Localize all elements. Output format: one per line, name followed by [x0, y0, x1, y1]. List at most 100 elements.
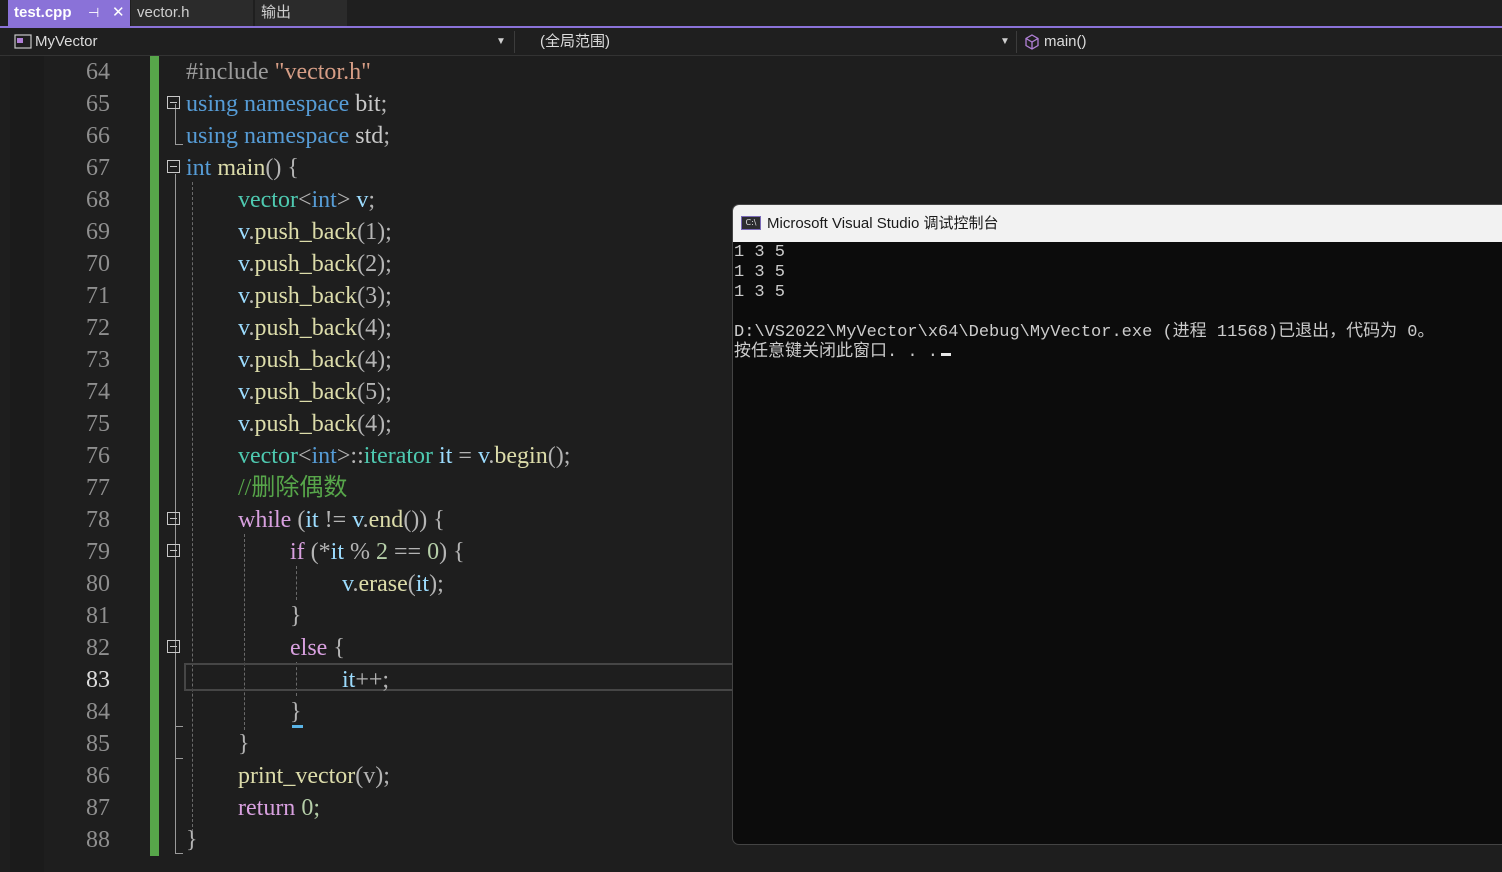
tab-output[interactable]: 输出: [255, 0, 347, 26]
divider: [514, 31, 515, 53]
collapse-icon[interactable]: [167, 96, 180, 109]
navigation-bar: MyVector ▼ (全局范围) ▼ main(): [0, 28, 1502, 56]
code-line[interactable]: else {: [290, 632, 345, 664]
function-name: erase: [358, 571, 408, 597]
code-line-current[interactable]: it++;: [342, 664, 389, 696]
code-line[interactable]: }: [290, 600, 302, 632]
change-tracking-bar: [150, 56, 159, 856]
code-line[interactable]: v.erase(it);: [342, 568, 444, 600]
code-line[interactable]: v.push_back(1);: [238, 216, 392, 248]
punctuation: ;: [380, 91, 388, 117]
console-title-bar[interactable]: C:\ Microsoft Visual Studio 调试控制台: [733, 205, 1502, 242]
code-line[interactable]: vector<int>::iterator it = v.begin();: [238, 440, 570, 472]
function-name: push_back: [254, 251, 358, 277]
arguments: (4);: [357, 347, 392, 373]
chevron-down-icon: ▼: [1000, 36, 1010, 47]
code-line[interactable]: v.push_back(4);: [238, 408, 392, 440]
outline-line: [175, 853, 183, 854]
line-number: 73: [86, 347, 110, 373]
punctuation: ;: [383, 123, 390, 149]
code-line[interactable]: using namespace std;: [186, 120, 390, 152]
code-line[interactable]: v.push_back(4);: [238, 344, 392, 376]
line-number: 78: [86, 507, 110, 533]
arguments: (3);: [357, 283, 392, 309]
keyword: return: [238, 795, 296, 821]
keyword: using: [186, 91, 239, 117]
punctuation: ) {: [439, 539, 465, 565]
console-line: 1 3 5: [734, 283, 786, 302]
code-line[interactable]: if (*it % 2 == 0) {: [290, 536, 465, 568]
line-number: 86: [86, 763, 110, 789]
console-line: 1 3 5: [734, 263, 786, 282]
code-line[interactable]: v.push_back(3);: [238, 280, 392, 312]
code-line[interactable]: print_vector(v);: [238, 760, 390, 792]
keyword: if: [290, 539, 305, 565]
line-number: 65: [86, 91, 110, 117]
line-number: 69: [86, 219, 110, 245]
member-dropdown[interactable]: main(): [1020, 30, 1502, 54]
code-line[interactable]: v.push_back(4);: [238, 312, 392, 344]
variable: v: [238, 315, 249, 341]
preprocessor-directive: #include: [186, 59, 275, 85]
code-line[interactable]: return 0;: [238, 792, 320, 824]
code-line[interactable]: #include "vector.h": [186, 56, 371, 88]
variable: v: [238, 283, 249, 309]
line-number: 66: [86, 123, 110, 149]
code-line[interactable]: using namespace bit;: [186, 88, 387, 120]
code-line[interactable]: int main() {: [186, 152, 299, 184]
console-app-icon: C:\: [741, 216, 761, 230]
code-line[interactable]: vector<int> v;: [238, 184, 375, 216]
code-line[interactable]: v.push_back(5);: [238, 376, 392, 408]
variable: v: [238, 347, 249, 373]
close-icon[interactable]: ✕: [112, 0, 125, 26]
debug-console-window[interactable]: C:\ Microsoft Visual Studio 调试控制台 1 3 5 …: [732, 204, 1502, 845]
function-name: push_back: [254, 219, 358, 245]
keyword: else: [290, 635, 328, 661]
line-number: 76: [86, 443, 110, 469]
variable: v: [350, 187, 369, 213]
tab-test-cpp[interactable]: test.cpp ⊣ ✕: [8, 0, 130, 26]
collapse-icon[interactable]: [167, 160, 180, 173]
function-name: push_back: [254, 411, 358, 437]
line-number: 72: [86, 315, 110, 341]
punctuation: );: [429, 571, 444, 597]
tab-label: 输出: [261, 4, 292, 21]
type-name: iterator: [363, 443, 434, 469]
keyword: namespace: [244, 123, 350, 149]
function-name: begin: [494, 443, 548, 469]
collapse-icon[interactable]: [167, 512, 180, 525]
project-dropdown[interactable]: MyVector ▼: [10, 30, 512, 54]
tab-vector-h[interactable]: vector.h: [131, 0, 253, 26]
indent-guide: [244, 534, 245, 730]
indicator-margin: [10, 56, 44, 872]
line-number: 84: [86, 699, 110, 725]
variable: v: [342, 571, 353, 597]
function-name: print_vector: [238, 763, 356, 789]
keyword: int: [311, 443, 337, 469]
code-line[interactable]: v.push_back(2);: [238, 248, 392, 280]
keyword: namespace: [244, 91, 350, 117]
arguments: (1);: [357, 219, 392, 245]
code-line[interactable]: }: [186, 824, 198, 856]
function-name: push_back: [254, 283, 358, 309]
code-line[interactable]: }: [238, 728, 250, 760]
arguments: (4);: [357, 315, 392, 341]
punctuation: ();: [547, 443, 571, 469]
punctuation: ::: [350, 443, 364, 469]
punctuation: <: [297, 443, 312, 469]
code-line[interactable]: while (it != v.end()) {: [238, 504, 445, 536]
type-name: vector: [238, 443, 298, 469]
document-tab-strip: test.cpp ⊣ ✕ vector.h 输出: [0, 0, 1502, 28]
console-line: 1 3 5: [734, 243, 786, 262]
variable: it: [433, 443, 453, 469]
code-line[interactable]: //删除偶数: [238, 472, 347, 504]
scope-dropdown[interactable]: (全局范围) ▼: [520, 30, 1014, 54]
indent-guide: [296, 566, 297, 600]
collapse-icon[interactable]: [167, 544, 180, 557]
code-line[interactable]: }: [290, 696, 302, 728]
operator: ++;: [355, 667, 390, 693]
collapse-icon[interactable]: [167, 640, 180, 653]
line-number: 79: [86, 539, 110, 565]
variable: it: [305, 507, 319, 533]
pin-icon[interactable]: ⊣: [88, 0, 99, 26]
